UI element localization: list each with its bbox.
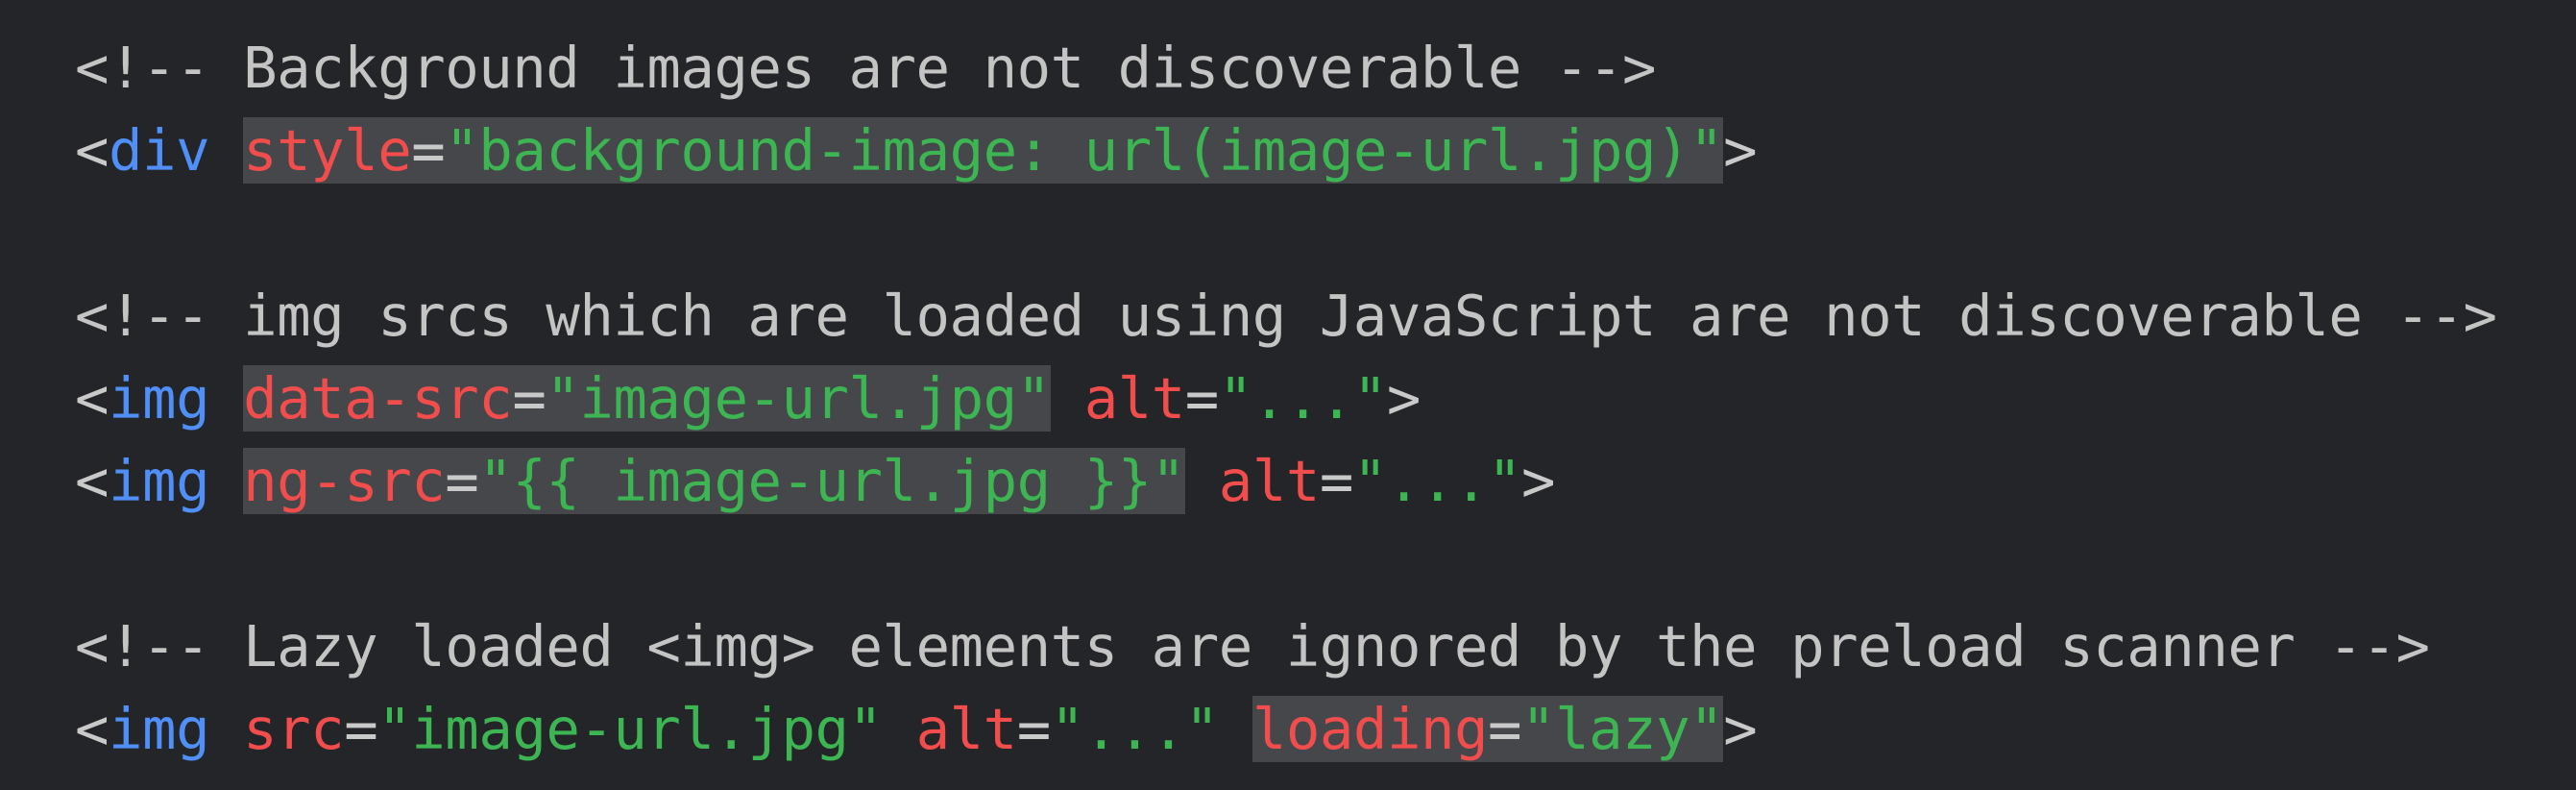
code-token-attr: ng-src [243, 448, 446, 514]
code-token-value: "..." [1218, 365, 1388, 432]
code-token-punct [209, 365, 243, 432]
code-editor: <!-- Background images are not discovera… [0, 0, 2576, 790]
code-token-punct: = [445, 448, 479, 514]
code-token-attr: data-src [243, 365, 513, 432]
code-line: <!-- Lazy loaded <img> elements are igno… [75, 605, 2497, 688]
code-token-attr: alt [1083, 365, 1186, 432]
code-token-value: "{{ image-url.jpg }}" [478, 448, 1185, 514]
code-line: <!-- img srcs which are loaded using Jav… [75, 275, 2497, 358]
code-token-punct: = [344, 696, 378, 762]
code-token-punct: < [75, 117, 109, 184]
code-token-tag: img [109, 448, 210, 514]
code-token-punct: > [1723, 696, 1758, 762]
code-token-punct: = [1319, 448, 1354, 514]
code-line: <img ng-src="{{ image-url.jpg }}" alt=".… [75, 440, 2497, 523]
code-token-attr: alt [1218, 448, 1321, 514]
code-token-value: "image-url.jpg" [546, 365, 1051, 432]
code-block: <!-- Background images are not discovera… [75, 27, 2497, 771]
code-token-attr: style [243, 117, 412, 184]
code-token-tag: img [109, 365, 210, 432]
code-token-comment: <!-- Lazy loaded <img> elements are igno… [75, 613, 2430, 679]
code-token-punct: > [1521, 448, 1556, 514]
code-token-attr: src [243, 696, 345, 762]
code-token-value: "lazy" [1521, 696, 1724, 762]
code-token-punct: > [1723, 117, 1758, 184]
code-token-punct [1051, 365, 1084, 432]
code-token-comment: <!-- img srcs which are loaded using Jav… [75, 283, 2497, 349]
code-token-punct: < [75, 696, 109, 762]
code-token-punct: = [1016, 696, 1052, 762]
code-token-value: "..." [1352, 448, 1522, 514]
code-line: <!-- Background images are not discovera… [75, 27, 2497, 110]
code-token-punct: = [1488, 696, 1522, 762]
code-token-punct [1185, 448, 1219, 514]
code-token-comment: <!-- Background images are not discovera… [75, 35, 1657, 101]
code-token-value: "background-image: url(image-url.jpg)" [445, 117, 1724, 184]
code-token-punct [209, 448, 243, 514]
code-token-attr: loading [1252, 696, 1489, 762]
code-token-attr: alt [915, 696, 1018, 762]
code-line: <div style="background-image: url(image-… [75, 110, 2497, 192]
code-token-punct: = [1184, 365, 1220, 432]
code-token-punct: = [512, 365, 547, 432]
code-token-value: "..." [1050, 696, 1220, 762]
code-line: <img src="image-url.jpg" alt="..." loadi… [75, 688, 2497, 771]
code-token-tag: img [109, 696, 210, 762]
code-token-punct [883, 696, 916, 762]
code-token-punct: > [1386, 365, 1422, 432]
code-line: <img data-src="image-url.jpg" alt="..."> [75, 358, 2497, 440]
code-token-punct: < [75, 448, 109, 514]
code-token-punct: = [411, 117, 446, 184]
code-token-punct [209, 696, 243, 762]
code-token-value: "image-url.jpg" [377, 696, 883, 762]
code-token-punct: < [75, 365, 109, 432]
code-token-punct [1219, 696, 1252, 762]
code-token-tag: div [109, 117, 210, 184]
code-token-punct [209, 117, 243, 184]
